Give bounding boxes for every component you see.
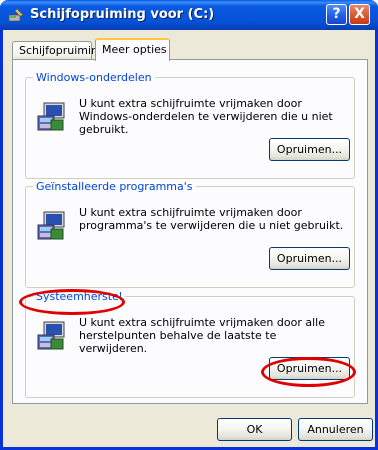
computer-program-icon <box>37 321 65 350</box>
group-title: Systeemherstel <box>33 290 125 303</box>
tab-disk-cleanup[interactable]: Schijfopruiming <box>12 41 105 60</box>
cleanup-system-restore-button[interactable]: Opruimen... <box>269 357 350 380</box>
group-title: Geïnstalleerde programma's <box>33 180 196 193</box>
cleanup-windows-components-button[interactable]: Opruimen... <box>269 138 350 161</box>
group-description: U kunt extra schijfruimte vrijmaken door… <box>79 316 325 355</box>
windows-components-group: Windows-onderdelen U kunt extra schijfru… <box>25 71 355 179</box>
installed-programs-group: Geïnstalleerde programma's U kunt extra … <box>25 180 355 288</box>
computer-program-icon <box>37 211 65 240</box>
disk-cleanup-window: Schijfopruiming voor (C:) ? X Schijfopru… <box>0 0 378 450</box>
group-description: U kunt extra schijfruimte vrijmaken door… <box>79 97 333 136</box>
title-bar[interactable]: Schijfopruiming voor (C:) ? X <box>0 0 378 30</box>
cleanup-installed-programs-button[interactable]: Opruimen... <box>269 247 350 270</box>
group-description: U kunt extra schijfruimte vrijmaken door… <box>79 206 344 232</box>
system-restore-group: Systeemherstel U kunt extra schijfruimte… <box>25 290 355 398</box>
group-title: Windows-onderdelen <box>33 71 155 84</box>
computer-program-icon <box>37 102 65 131</box>
window-title: Schijfopruiming voor (C:) <box>30 7 215 22</box>
help-button[interactable]: ? <box>326 4 347 25</box>
disk-cleanup-icon <box>8 8 24 22</box>
cancel-button[interactable]: Annuleren <box>298 418 373 441</box>
close-button[interactable]: X <box>349 4 370 25</box>
more-options-panel: Windows-onderdelen U kunt extra schijfru… <box>12 59 368 404</box>
tab-more-options[interactable]: Meer opties <box>95 38 170 61</box>
ok-button[interactable]: OK <box>217 418 292 441</box>
